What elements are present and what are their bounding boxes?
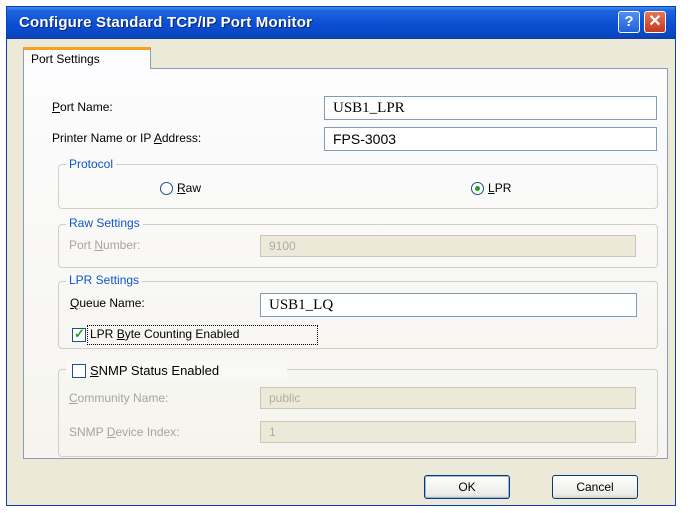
port-number-label: Port Number: (69, 238, 141, 252)
printer-address-label: Printer Name or IP Address: (52, 131, 202, 145)
close-icon: ✕ (648, 13, 662, 30)
port-number-input: 9100 (260, 235, 636, 257)
raw-radio-label[interactable]: Raw (177, 181, 201, 195)
close-button[interactable]: ✕ (644, 11, 666, 33)
lpr-radio-label[interactable]: LPR (488, 181, 511, 195)
community-name-label: Community Name: (69, 391, 169, 405)
queue-name-label: Queue Name: (70, 296, 145, 310)
window-title: Configure Standard TCP/IP Port Monitor (19, 14, 313, 31)
snmp-status-checkbox[interactable] (72, 364, 86, 378)
tab-port-settings[interactable]: Port Settings (23, 47, 151, 69)
cancel-button[interactable]: Cancel (552, 475, 638, 499)
port-name-label: Port Name: (52, 100, 113, 114)
lpr-byte-counting-checkbox[interactable]: ✓ (72, 326, 86, 342)
snmp-device-index-label: SNMP Device Index: (69, 425, 180, 439)
help-button[interactable]: ? (618, 11, 640, 33)
community-name-input: public (260, 387, 636, 409)
title-bar[interactable]: Configure Standard TCP/IP Port Monitor ?… (7, 7, 675, 39)
port-settings-panel: Port Name: USB1_LPR Printer Name or IP A… (23, 68, 668, 459)
protocol-legend: Protocol (66, 157, 117, 171)
lpr-byte-counting-label[interactable]: LPR Byte Counting Enabled (90, 327, 239, 341)
help-icon: ? (624, 13, 634, 30)
check-icon: ✓ (74, 326, 85, 341)
ok-button[interactable]: OK (424, 475, 510, 499)
dialog-window: Configure Standard TCP/IP Port Monitor ?… (6, 6, 676, 506)
snmp-status-label[interactable]: SNMP Status Enabled (90, 363, 219, 378)
printer-address-input[interactable]: FPS-3003 (324, 127, 657, 151)
port-name-input[interactable]: USB1_LPR (324, 96, 657, 120)
raw-settings-legend: Raw Settings (66, 216, 143, 230)
protocol-group (58, 164, 658, 209)
radio-selected-dot (475, 186, 480, 191)
snmp-group (58, 369, 658, 457)
snmp-device-index-input: 1 (260, 421, 636, 443)
raw-radio[interactable] (160, 182, 173, 195)
lpr-radio[interactable] (471, 182, 484, 195)
queue-name-input[interactable]: USB1_LQ (260, 293, 637, 317)
lpr-settings-legend: LPR Settings (66, 273, 143, 287)
